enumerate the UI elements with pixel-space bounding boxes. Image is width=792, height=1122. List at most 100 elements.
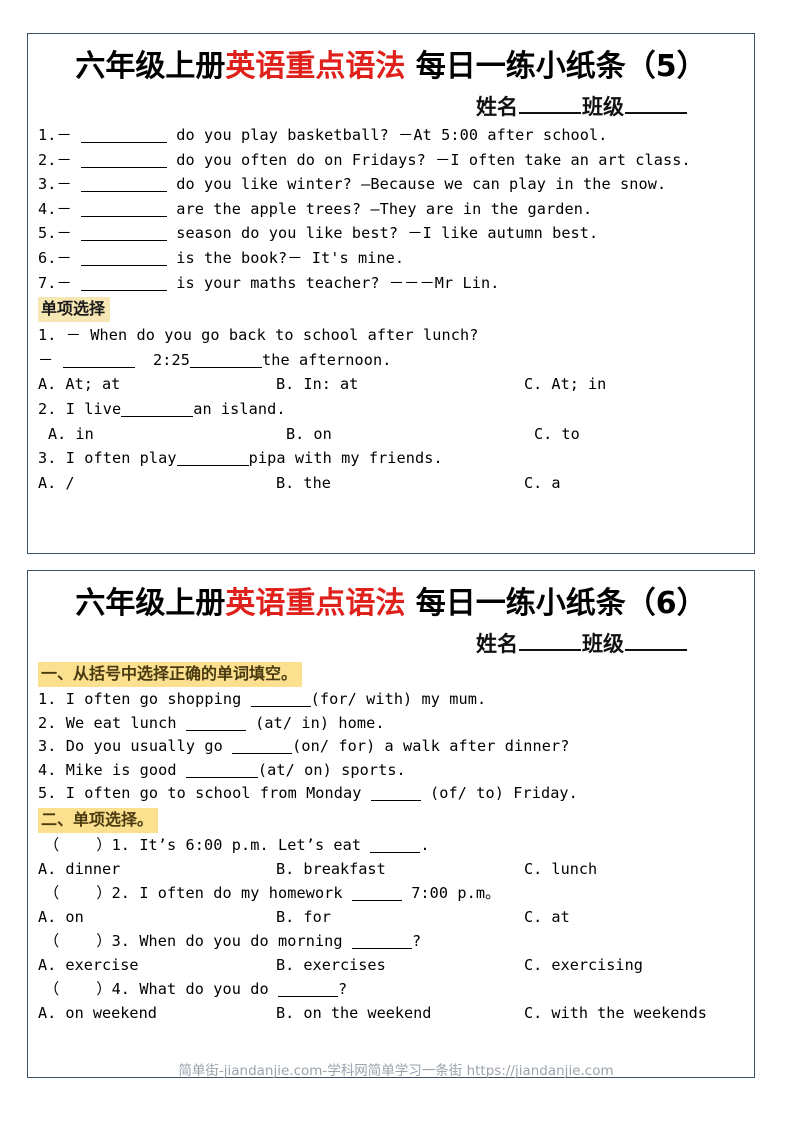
item-tail: (at/ on) sports. [257,760,406,779]
mc-options-row: A. dinner B. breakfast C. lunch [38,857,744,882]
mc-question-stem-second-line: － 2:25 the afternoon. [38,348,744,373]
stem-lead: It’s 6:00 p.m. Let’s eat [139,835,362,854]
answer-blank[interactable] [62,354,135,368]
item-tail: (of/ to) Friday. [420,784,578,802]
stem-tail: an island. [193,399,286,418]
title-prefix: 六年级上册 [75,49,226,84]
answer-blank[interactable] [351,887,402,901]
stem-lead: 2. I live [38,399,122,418]
option-b[interactable]: B. the [276,471,524,496]
option-b[interactable]: B. exercises [276,953,524,978]
option-b[interactable]: B. for [276,905,524,930]
item-lead: 4. Mike is good [38,760,177,779]
answer-blank[interactable] [370,839,421,853]
name-blank[interactable] [519,649,581,651]
stem-tail: . [420,835,430,854]
title-highlight-red: 英语重点语法 [225,49,406,84]
answer-blank[interactable] [121,403,194,417]
answer-blank[interactable] [81,227,168,242]
word-choice-item: 2. We eat lunch (at/ in) home. [38,712,744,736]
mc-options-row: A. on weekend B. on the weekend C. with … [38,1001,744,1026]
option-c[interactable]: C. at [524,905,570,930]
item-tail: (on/ for) a walk after dinner? [292,737,570,755]
worksheet-title-6: 六年级上册英语重点语法 每日一练小纸条（6） [38,581,744,627]
fill-item: 5.－ season do you like best? －I like aut… [38,221,744,246]
answer-blank[interactable] [190,354,263,368]
fill-item: 3.－ do you like winter? —Because we can … [38,172,744,197]
mc-question-stem: （ ）4. What do you do ? [38,978,744,1002]
item-text: is the book?－ It's mine. [176,248,405,267]
answer-blank[interactable] [185,717,246,731]
option-b[interactable]: B. on the weekend [276,1001,524,1026]
item-number: 7.－ [38,273,72,292]
answer-blank[interactable] [81,154,168,168]
class-blank[interactable] [625,649,687,651]
option-c[interactable]: C. to [534,422,580,447]
mc-question-stem: 1. － When do you go back to school after… [38,326,479,345]
answer-bracket-open[interactable]: （ [44,884,59,902]
option-a[interactable]: A. in [48,422,286,447]
name-class-row-6: 姓名 班级 [38,628,744,660]
name-blank[interactable] [519,112,581,114]
answer-bracket-close: ）4. [96,979,131,998]
stem-tail: ? [337,979,348,998]
option-a[interactable]: A. on [38,905,276,930]
name-label: 姓名 [476,95,518,119]
class-blank[interactable] [625,112,687,114]
answer-blank[interactable] [81,178,168,193]
answer-bracket-open[interactable]: （ [44,980,59,998]
option-a[interactable]: A. / [38,471,276,496]
option-b[interactable]: B. on [286,422,534,447]
option-a[interactable]: A. dinner [38,857,276,882]
option-c[interactable]: C. exercising [524,953,643,978]
option-c[interactable]: C. with the weekends [524,1001,707,1026]
stem-lead: What do you do [139,979,269,998]
answer-blank[interactable] [81,252,168,266]
answer-blank[interactable] [277,983,338,997]
answer-blank[interactable] [81,129,168,143]
mc-options-row: A. in B. on C. to [38,422,744,447]
mc-question-stem: （ ）3. When do you do morning ? [38,930,744,954]
answer-bracket-open[interactable]: （ [44,932,59,950]
mc-question-stem: （ ）1. It’s 6:00 p.m. Let’s eat . [38,834,744,858]
word-choice-item: 1. I often go shopping (for/ with) my mu… [38,688,744,712]
fill-item: 4.－ are the apple trees? —They are in th… [38,197,744,222]
option-c[interactable]: C. lunch [524,857,597,882]
option-a[interactable]: A. on weekend [38,1001,276,1026]
answer-blank[interactable] [250,693,311,707]
worksheet-card-6: 六年级上册英语重点语法 每日一练小纸条（6） 姓名 班级 一、从括号中选择正确的单… [27,570,755,1078]
mc-question-stem: 3. I often play pipa with my friends. [38,446,744,471]
item-number: 1.－ [38,126,72,144]
answer-blank[interactable] [176,452,249,467]
answer-blank[interactable] [81,203,168,217]
mc-options-row: A. / B. the C. a [38,471,744,496]
title-prefix: 六年级上册 [75,586,226,621]
option-a[interactable]: A. exercise [38,953,276,978]
title-suffix: 每日一练小纸条（6） [405,586,707,621]
answer-bracket-open[interactable]: （ [44,836,59,854]
answer-blank[interactable] [232,740,293,754]
word-choice-item: 5. I often go to school from Monday (of/… [38,782,744,806]
answer-blank[interactable] [185,764,258,778]
option-a[interactable]: A. At; at [38,372,276,397]
answer-blank[interactable] [351,935,412,949]
stem-tail: pipa with my friends. [248,449,443,468]
item-text: do you play basketball? －At 5:00 after s… [176,126,608,144]
section-heading-multiple-choice: 单项选择 [38,297,111,323]
fill-item: 1.－ do you play basketball? －At 5:00 aft… [38,123,744,148]
item-text: season do you like best? －I like autumn … [176,224,599,243]
item-lead: 5. I often go to school from Monday [38,784,362,802]
option-c[interactable]: C. a [524,471,561,496]
answer-bracket-close: ）3. [96,931,131,950]
fill-item: 7.－ is your maths teacher? －－－Mr Lin. [38,271,744,296]
answer-blank[interactable] [81,277,168,291]
answer-blank[interactable] [370,787,421,801]
item-number: 3.－ [38,175,72,194]
worksheet-card-5: 六年级上册英语重点语法 每日一练小纸条（5） 姓名 班级 1.－ do you p… [27,33,755,554]
option-c[interactable]: C. At; in [524,372,606,397]
mc-question-stem: 2. I live an island. [38,397,744,422]
section-heading-word-choice: 一、从括号中选择正确的单词填空。 [38,662,303,687]
option-b[interactable]: B. In: at [276,372,524,397]
option-b[interactable]: B. breakfast [276,857,524,882]
worksheet-page: 六年级上册英语重点语法 每日一练小纸条（5） 姓名 班级 1.－ do you p… [0,0,792,1122]
